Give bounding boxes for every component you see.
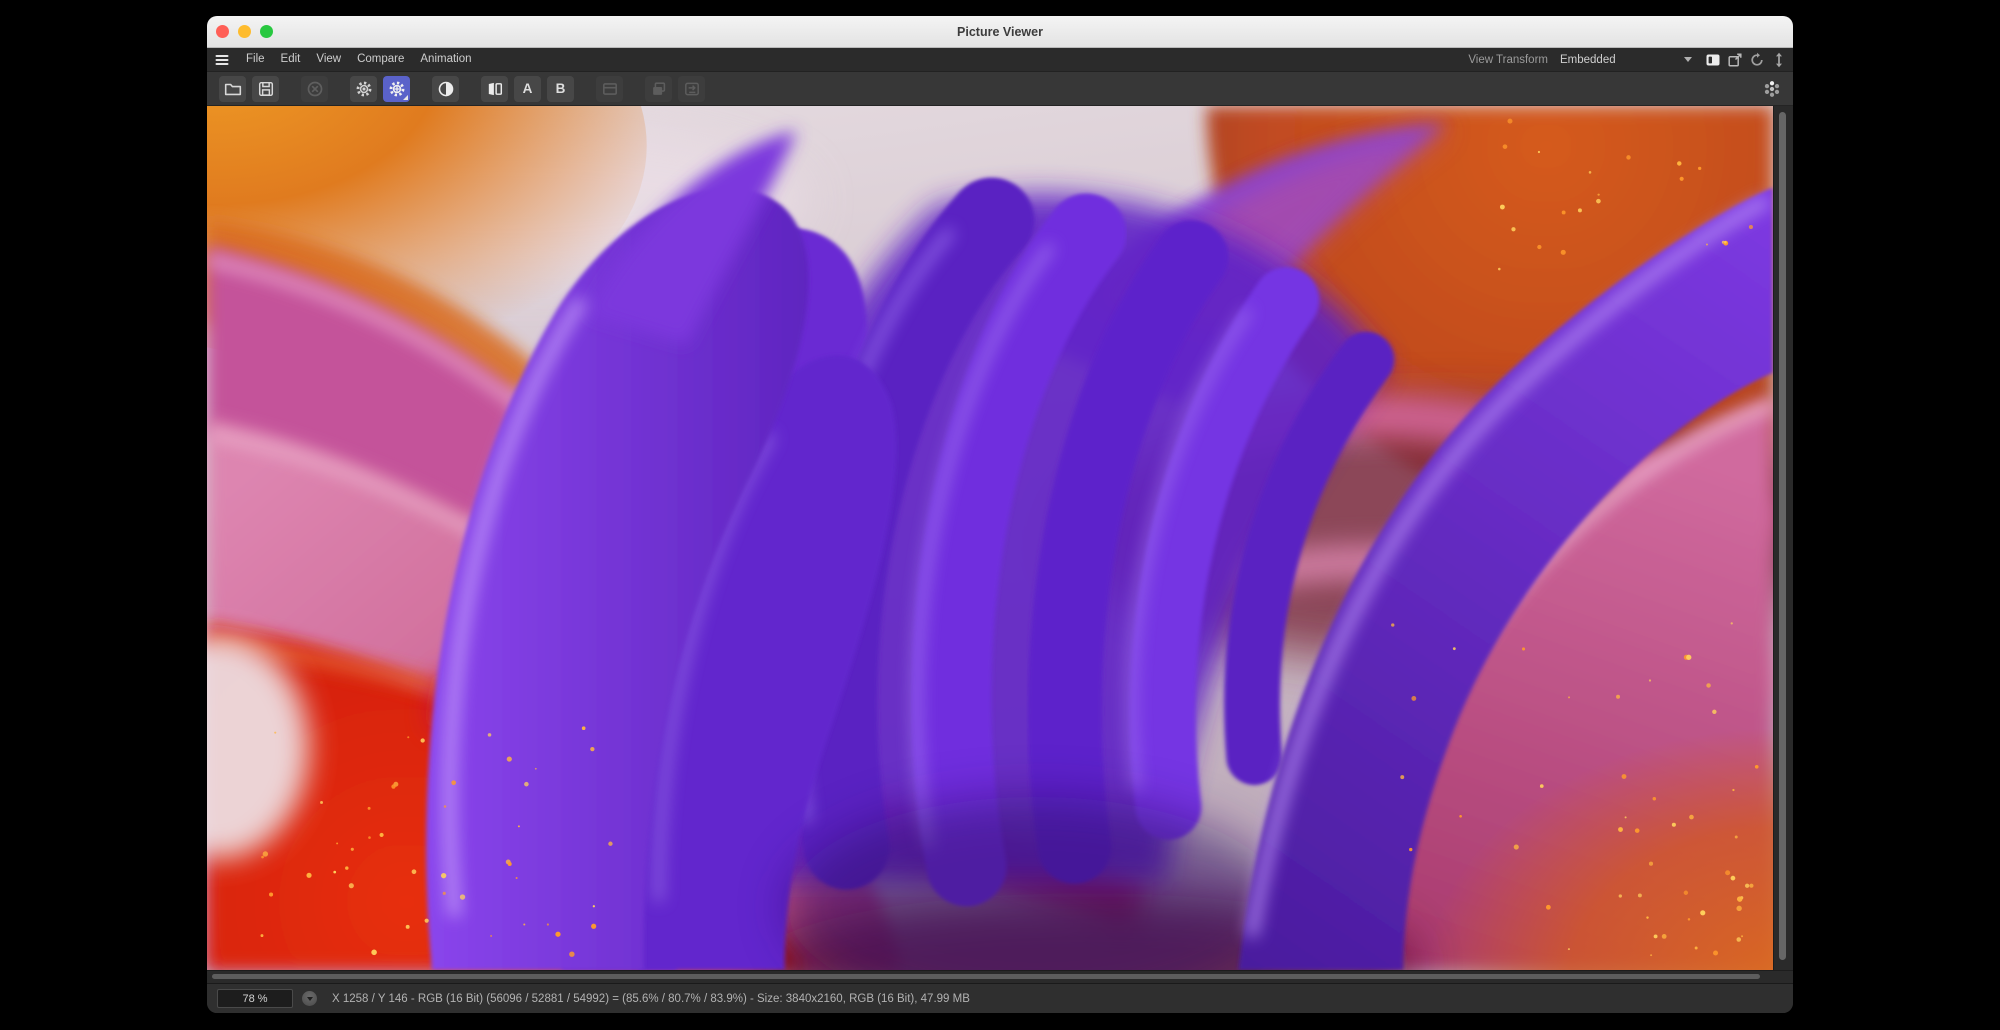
detach-window-icon[interactable] — [1726, 51, 1743, 68]
title-bar[interactable]: Picture Viewer — [207, 16, 1793, 48]
image-canvas[interactable] — [207, 106, 1773, 970]
set-image-a-button[interactable]: A — [514, 76, 541, 102]
letter-b-icon: B — [556, 81, 566, 96]
toolbar: A B — [207, 72, 1793, 106]
chevron-down-icon — [1684, 57, 1692, 62]
view-transform-dropdown[interactable]: Embedded — [1560, 54, 1692, 66]
viewer-area — [207, 106, 1793, 970]
hamburger-menu-icon[interactable] — [214, 52, 230, 68]
swap-images-button[interactable] — [678, 76, 705, 102]
menu-edit[interactable]: Edit — [273, 48, 309, 71]
render-nodes-button[interactable] — [1758, 76, 1785, 102]
menu-animation[interactable]: Animation — [412, 48, 479, 71]
panel-toggle-icon[interactable] — [1704, 51, 1721, 68]
stop-render-button[interactable] — [301, 76, 328, 102]
ab-compare-button[interactable] — [481, 76, 508, 102]
view-transform-value: Embedded — [1560, 54, 1616, 66]
filter-enabled-button[interactable] — [383, 76, 410, 102]
menu-bar: File Edit View Compare Animation View Tr… — [207, 48, 1793, 72]
menu-view[interactable]: View — [308, 48, 349, 71]
dock-updown-icon[interactable] — [1770, 51, 1787, 68]
set-image-b-button[interactable]: B — [547, 76, 574, 102]
vertical-scrollbar-thumb[interactable] — [1779, 112, 1786, 960]
pixel-status-text: X 1258 / Y 146 - RGB (16 Bit) (56096 / 5… — [332, 993, 970, 1005]
submenu-corner-icon — [403, 95, 408, 100]
link-frames-button[interactable] — [596, 76, 623, 102]
chevron-down-icon — [307, 997, 313, 1001]
desktop-background: Picture Viewer File Edit View Compare An… — [0, 0, 2000, 1030]
zoom-dropdown-button[interactable] — [302, 991, 317, 1006]
status-bar: 78 % X 1258 / Y 146 - RGB (16 Bit) (5609… — [207, 983, 1793, 1013]
rendered-image — [207, 106, 1773, 970]
horizontal-scrollbar-row — [207, 970, 1793, 983]
zoom-level-field[interactable]: 78 % — [217, 989, 293, 1008]
picture-viewer-window: Picture Viewer File Edit View Compare An… — [207, 16, 1793, 1013]
menu-file[interactable]: File — [238, 48, 273, 71]
open-folder-button[interactable] — [219, 76, 246, 102]
scrollbar-corner — [1774, 971, 1793, 983]
filter-settings-button[interactable] — [350, 76, 377, 102]
save-image-button[interactable] — [252, 76, 279, 102]
view-transform-label: View Transform — [1468, 54, 1548, 66]
horizontal-scrollbar-thumb[interactable] — [212, 974, 1760, 979]
rotate-view-icon[interactable] — [1748, 51, 1765, 68]
compare-contrast-button[interactable] — [432, 76, 459, 102]
copy-layers-button[interactable] — [645, 76, 672, 102]
window-title: Picture Viewer — [207, 25, 1793, 39]
vertical-scrollbar-track[interactable] — [1773, 106, 1793, 970]
menu-compare[interactable]: Compare — [349, 48, 412, 71]
horizontal-scrollbar-track[interactable] — [207, 971, 1774, 983]
letter-a-icon: A — [523, 81, 533, 96]
